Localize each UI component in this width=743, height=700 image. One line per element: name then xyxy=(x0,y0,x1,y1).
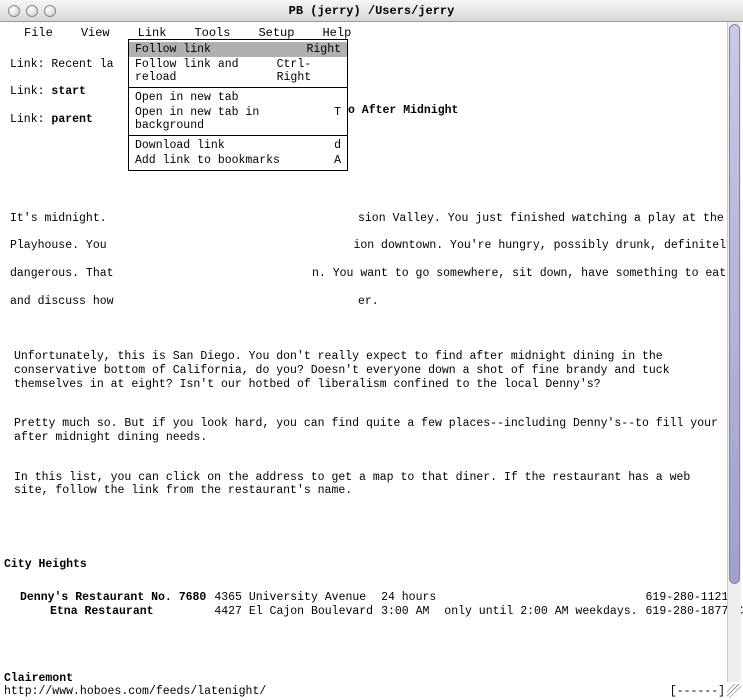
close-icon[interactable] xyxy=(8,5,20,17)
status-url: http://www.hoboes.com/feeds/latenight/ xyxy=(4,685,266,698)
menu-follow-link[interactable]: Follow linkRight xyxy=(129,42,347,57)
body-paragraph-2: Pretty much so. But if you look hard, yo… xyxy=(14,417,729,445)
body-paragraph-1: Unfortunately, this is San Diego. You do… xyxy=(14,350,729,391)
body-row-3: dangerous. Thatn. You want to go somewhe… xyxy=(10,267,733,281)
table-row[interactable]: Etna Restaurant 4427 El Cajon Boulevard … xyxy=(20,605,743,619)
menubar: File View Link Tools Setup Help xyxy=(0,22,743,44)
status-indicator: [------] xyxy=(670,685,725,698)
city-heights-table: Denny's Restaurant No. 7680 4365 Univers… xyxy=(20,591,743,619)
table-row[interactable]: Denny's Restaurant No. 7680 4365 Univers… xyxy=(20,591,743,605)
menu-file[interactable]: File xyxy=(24,26,53,40)
body-paragraph-3: In this list, you can click on the addre… xyxy=(14,471,729,499)
body-row-2: Playhouse. Youion downtown. You're hungr… xyxy=(10,239,733,253)
section-clairemont: Clairemont xyxy=(4,672,733,684)
start-link-line[interactable]: Link: start xyxy=(10,85,733,99)
statusbar: http://www.hoboes.com/feeds/latenight/ [… xyxy=(0,685,743,698)
menu-view[interactable]: View xyxy=(81,26,110,40)
scrollbar-thumb[interactable] xyxy=(729,24,740,584)
scrollbar-track[interactable] xyxy=(727,22,741,682)
menu-setup[interactable]: Setup xyxy=(258,26,294,40)
menu-download-link[interactable]: Download linkd xyxy=(129,138,347,153)
resize-handle[interactable] xyxy=(727,684,741,698)
recent-link-line: Link: Recent la xyxy=(10,58,733,72)
body-row-4: and discuss hower. xyxy=(10,295,733,309)
body-row-1: It's midnight.sion Valley. You just fini… xyxy=(10,212,733,226)
menu-open-new-tab-bg[interactable]: Open in new tab in backgroundT xyxy=(129,105,347,133)
page-content: Link: Recent la Link: start Link: parent… xyxy=(0,44,743,684)
menu-follow-link-reload[interactable]: Follow link and reloadCtrl-Right xyxy=(129,57,347,85)
menu-add-bookmark[interactable]: Add link to bookmarksA xyxy=(129,153,347,168)
menu-help[interactable]: Help xyxy=(322,26,351,40)
menu-link[interactable]: Link xyxy=(138,26,167,40)
window-title: PB (jerry) /Users/jerry xyxy=(0,4,743,18)
titlebar: PB (jerry) /Users/jerry xyxy=(0,0,743,22)
link-context-menu: Follow linkRight Follow link and reloadC… xyxy=(128,39,348,171)
section-city-heights: City Heights xyxy=(4,558,733,572)
menu-open-new-tab[interactable]: Open in new tab xyxy=(129,90,347,105)
menu-tools[interactable]: Tools xyxy=(194,26,230,40)
zoom-icon[interactable] xyxy=(44,5,56,17)
page-title-fragment: o After Midnight xyxy=(348,104,458,118)
minimize-icon[interactable] xyxy=(26,5,38,17)
window-controls xyxy=(0,5,56,17)
